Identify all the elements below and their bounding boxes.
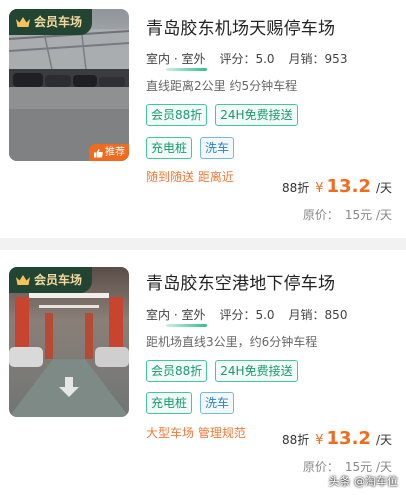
parking-lot-photo[interactable]: 会员车场 xyxy=(9,267,129,417)
lot-meta-row: 室内 · 室外 评分：5.0 月销：850 xyxy=(146,306,348,327)
price-unit: /天 xyxy=(375,433,392,447)
parking-lot-title[interactable]: 青岛胶东机场天赐停车场 xyxy=(146,14,335,39)
tag-charging: 充电桩 xyxy=(146,137,193,159)
service-tags: 充电桩 洗车 xyxy=(146,392,235,414)
promo-tags: 会员88折 24H免费接送 xyxy=(146,104,298,126)
original-price-row: 原价： 15元 /天 xyxy=(303,206,392,223)
distance-label: 距机场直线3公里，约6分钟车程 xyxy=(146,335,318,349)
crown-icon xyxy=(16,17,30,27)
service-tags: 充电桩 洗车 xyxy=(146,137,235,159)
price-unit: /天 xyxy=(375,181,392,195)
crown-icon xyxy=(16,275,30,285)
tag-member-discount: 会员88折 xyxy=(146,104,208,126)
rating-label: 评分：5.0 xyxy=(219,52,275,66)
lot-type-label: 室内 · 室外 xyxy=(146,52,208,71)
parking-lot-title[interactable]: 青岛胶东空港地下停车场 xyxy=(146,269,335,294)
price-value: 13.2 xyxy=(326,176,371,197)
price-value: 13.2 xyxy=(326,428,371,449)
price-row: 88折 ¥ 13.2 /天 xyxy=(282,176,392,197)
discount-label: 88折 xyxy=(281,433,310,447)
thumbs-up-icon xyxy=(94,148,103,157)
tag-charging: 充电桩 xyxy=(146,392,193,414)
recommend-badge-label: 推荐 xyxy=(105,147,125,158)
original-price-value: 15元 /天 xyxy=(344,208,392,222)
tag-car-wash: 洗车 xyxy=(200,137,235,159)
parking-listing-card[interactable]: 会员车场 青岛胶东空港地下停车场 室内 · 室外 评分：5.0 月销：850 距… xyxy=(0,250,406,488)
original-price-label: 原价： xyxy=(302,208,339,222)
vip-lot-badge: 会员车场 xyxy=(9,9,93,35)
tag-free-shuttle: 24H免费接送 xyxy=(215,360,298,382)
vip-badge-label: 会员车场 xyxy=(34,15,83,29)
price-row: 88折 ¥ 13.2 /天 xyxy=(282,428,392,449)
watermark: 头条 @淘车位 xyxy=(329,473,399,489)
rating-label: 评分：5.0 xyxy=(219,308,275,322)
vip-badge-label: 会员车场 xyxy=(34,273,83,287)
parking-listing-card[interactable]: 会员车场 推荐 青岛胶东机场天赐停车场 室内 · 室外 评分：5.0 月销：95… xyxy=(0,0,406,238)
tag-member-discount: 会员88折 xyxy=(146,360,208,382)
recommend-badge: 推荐 xyxy=(89,144,129,161)
feature-highlights: 大型车场 管理规范 xyxy=(146,426,246,440)
tag-car-wash: 洗车 xyxy=(200,392,235,414)
monthly-sales-label: 月销：953 xyxy=(288,52,348,66)
vip-lot-badge: 会员车场 xyxy=(9,267,93,293)
distance-label: 直线距离2公里 约5分钟车程 xyxy=(146,79,298,93)
card-divider xyxy=(0,238,406,250)
currency-symbol: ¥ xyxy=(315,433,324,448)
feature-highlights: 随到随送 距离近 xyxy=(146,170,234,184)
parking-lot-photo[interactable]: 会员车场 推荐 xyxy=(9,9,129,161)
lot-meta-row: 室内 · 室外 评分：5.0 月销：953 xyxy=(146,50,348,71)
lot-type-label: 室内 · 室外 xyxy=(146,308,208,327)
tag-free-shuttle: 24H免费接送 xyxy=(215,104,298,126)
currency-symbol: ¥ xyxy=(315,181,324,196)
promo-tags: 会员88折 24H免费接送 xyxy=(146,360,298,382)
monthly-sales-label: 月销：850 xyxy=(288,308,348,322)
discount-label: 88折 xyxy=(281,181,310,195)
watermark-text: 头条 @淘车位 xyxy=(328,475,399,488)
